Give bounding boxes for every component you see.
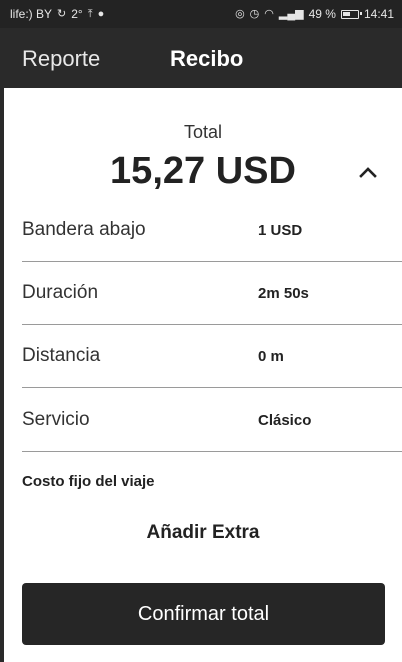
wifi-icon: ◠ (264, 7, 274, 20)
status-right: ◎ ◷ ◠ ▂▄▆ 49 % 14:41 (235, 7, 394, 21)
status-left: life:) BY ↻ 2° ⤒ ● (10, 7, 104, 21)
total-amount: 15,27 USD (110, 150, 296, 192)
row-value: 0 m (258, 348, 284, 365)
fare-row-distancia: Distancia 0 m (0, 324, 402, 388)
signal-icon: ▂▄▆ (278, 7, 304, 20)
tab-reporte[interactable]: Reporte (22, 46, 100, 72)
carrier-name: life:) BY (10, 7, 53, 21)
fare-row-servicio: Servicio Clásico (0, 388, 402, 452)
divider (22, 451, 402, 452)
sync-icon: ↻ (57, 7, 67, 20)
top-navigation: Reporte Recibo (0, 28, 402, 88)
receipt-panel: Total 15,27 USD Bandera abajo 1 USD Dura… (0, 88, 402, 662)
row-label: Duración (22, 282, 99, 303)
temperature-text: 2° (71, 7, 83, 21)
fare-row-bandera: Bandera abajo 1 USD (0, 198, 402, 262)
message-icon: ● (97, 7, 105, 20)
total-label: Total (183, 122, 223, 142)
add-extra-button[interactable]: Añadir Extra (0, 522, 402, 544)
location-icon: ◎ (235, 7, 245, 20)
row-label: Servicio (22, 409, 90, 430)
upload-icon: ⤒ (87, 7, 93, 20)
battery-icon (340, 9, 362, 19)
status-bar: life:) BY ↻ 2° ⤒ ● ◎ ◷ ◠ ▂▄▆ 49 % 14:41 (0, 0, 402, 28)
row-value: 1 USD (258, 222, 303, 239)
fare-row-duracion: Duración 2m 50s (0, 261, 402, 325)
confirm-total-button[interactable]: Confirmar total (22, 583, 385, 645)
row-label: Distancia (22, 345, 101, 366)
row-value: Clásico (258, 412, 312, 429)
chevron-up-icon[interactable] (356, 160, 380, 184)
row-value: 2m 50s (258, 285, 309, 302)
clock: 14:41 (363, 7, 394, 21)
battery-percent: 49 % (308, 7, 336, 21)
alarm-icon: ◷ (249, 7, 260, 20)
row-label: Bandera abajo (22, 219, 146, 240)
fixed-cost-label: Costo fijo del viaje (22, 473, 155, 490)
tab-recibo[interactable]: Recibo (170, 46, 243, 72)
